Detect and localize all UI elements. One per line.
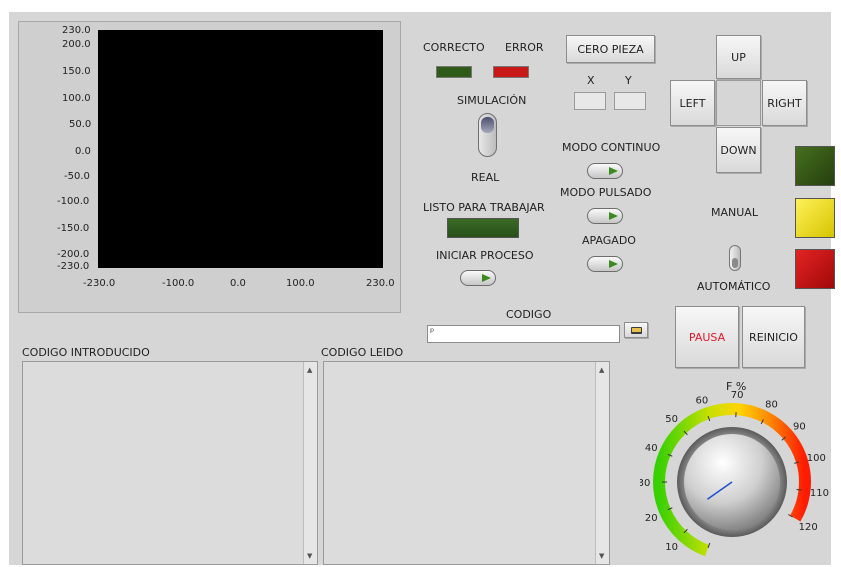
- automatico-label: AUTOMÁTICO: [697, 280, 771, 293]
- x-tick-label: -100.0: [162, 278, 195, 289]
- codigo-introducido-textarea[interactable]: ▲ ▼: [22, 361, 318, 565]
- y-tick-label: 150.0: [62, 66, 91, 77]
- codigo-leido-textarea[interactable]: ▲ ▼: [323, 361, 610, 565]
- simulacion-real-toggle[interactable]: [478, 113, 497, 157]
- xy-graph-plot-area[interactable]: [98, 30, 383, 268]
- knob-tick-label: 90: [793, 421, 806, 432]
- cero-pieza-button[interactable]: CERO PIEZA: [566, 35, 655, 63]
- switch-lever: [732, 258, 738, 268]
- y-label: Y: [625, 74, 632, 87]
- scroll-up-icon: ▲: [307, 366, 313, 374]
- browse-folder-button[interactable]: [624, 322, 648, 338]
- manual-label: MANUAL: [711, 206, 758, 219]
- x-tick-label: 0.0: [230, 278, 246, 289]
- knob-tick-label: 50: [665, 414, 678, 425]
- apagado-toggle[interactable]: [587, 256, 623, 272]
- listo-label: LISTO PARA TRABAJAR: [423, 201, 545, 214]
- y-tick-label: -230.0: [57, 261, 90, 272]
- knob-tick-label: 60: [696, 395, 709, 406]
- x-tick-label: -230.0: [83, 278, 116, 289]
- right-button[interactable]: RIGHT: [762, 80, 807, 126]
- y-tick-label: 50.0: [69, 119, 92, 130]
- codigo-leido-label: CODIGO LEIDO: [321, 346, 404, 359]
- real-label: REAL: [471, 171, 500, 184]
- scroll-up-icon: ▲: [599, 366, 605, 374]
- codigo-path-input[interactable]: ᵖ: [427, 325, 620, 343]
- listo-indicator: [447, 218, 519, 238]
- y-tick-label: -200.0: [57, 249, 90, 260]
- error-indicator: [493, 66, 529, 78]
- left-button[interactable]: LEFT: [670, 80, 715, 126]
- y-coordinate-field[interactable]: [614, 92, 646, 110]
- knob-tick-label: 10: [665, 542, 678, 553]
- x-label: X: [587, 74, 595, 87]
- scroll-down-icon: ▼: [307, 552, 313, 560]
- y-tick-label: 0.0: [75, 146, 91, 157]
- knob-tick-label: 100: [807, 453, 826, 464]
- knob-tick-label: 20: [645, 513, 658, 524]
- knob-tick-mark: [796, 489, 802, 491]
- vertical-scrollbar[interactable]: ▲ ▼: [595, 362, 609, 564]
- knob-tick-label: 40: [645, 443, 658, 454]
- x-coordinate-field[interactable]: [574, 92, 606, 110]
- up-button[interactable]: UP: [716, 35, 761, 79]
- x-tick-label: 100.0: [286, 278, 315, 289]
- modo-continuo-toggle[interactable]: [587, 163, 623, 179]
- error-label: ERROR: [505, 41, 544, 54]
- red-status-light: [795, 249, 835, 289]
- reinicio-button[interactable]: REINICIO: [742, 306, 805, 368]
- iniciar-proceso-toggle[interactable]: [460, 270, 496, 286]
- y-tick-label: 200.0: [62, 39, 91, 50]
- codigo-label: CODIGO: [506, 308, 552, 321]
- y-tick-label: 100.0: [62, 93, 91, 104]
- knob-tick-label: 110: [810, 488, 829, 499]
- green-status-light: [795, 146, 835, 186]
- yellow-status-light: [795, 198, 835, 238]
- knob-tick-label: 70: [731, 390, 744, 401]
- pausa-button[interactable]: PAUSA: [675, 306, 739, 368]
- y-tick-label: -150.0: [57, 223, 90, 234]
- correcto-label: CORRECTO: [423, 41, 485, 54]
- down-button[interactable]: DOWN: [716, 127, 761, 173]
- simulacion-label: SIMULACIÓN: [457, 94, 527, 107]
- y-tick-label: 230.0: [62, 25, 91, 36]
- path-icon: ᵖ: [430, 327, 435, 338]
- knob-tick-label: 80: [765, 399, 778, 410]
- modo-pulsado-label: MODO PULSADO: [560, 186, 652, 199]
- apagado-label: APAGADO: [582, 234, 636, 247]
- codigo-introducido-label: CODIGO INTRODUCIDO: [22, 346, 150, 359]
- scroll-down-icon: ▼: [599, 552, 605, 560]
- f-percent-knob[interactable]: 0102030405060708090100110120: [640, 390, 830, 560]
- manual-automatico-switch[interactable]: [729, 245, 741, 271]
- knob-tick-label: 30: [640, 478, 650, 489]
- folder-icon: [630, 326, 642, 334]
- y-tick-label: -50.0: [64, 171, 90, 182]
- modo-continuo-label: MODO CONTINUO: [562, 141, 661, 154]
- knob-tick-label: 120: [799, 522, 818, 533]
- correcto-indicator: [436, 66, 472, 78]
- modo-pulsado-toggle[interactable]: [587, 208, 623, 224]
- iniciar-proceso-label: INICIAR PROCESO: [436, 249, 534, 262]
- y-tick-label: -100.0: [57, 196, 90, 207]
- toggle-lever: [481, 117, 494, 133]
- dpad-center: [716, 80, 761, 126]
- vertical-scrollbar[interactable]: ▲ ▼: [303, 362, 317, 564]
- x-tick-label: 230.0: [366, 278, 395, 289]
